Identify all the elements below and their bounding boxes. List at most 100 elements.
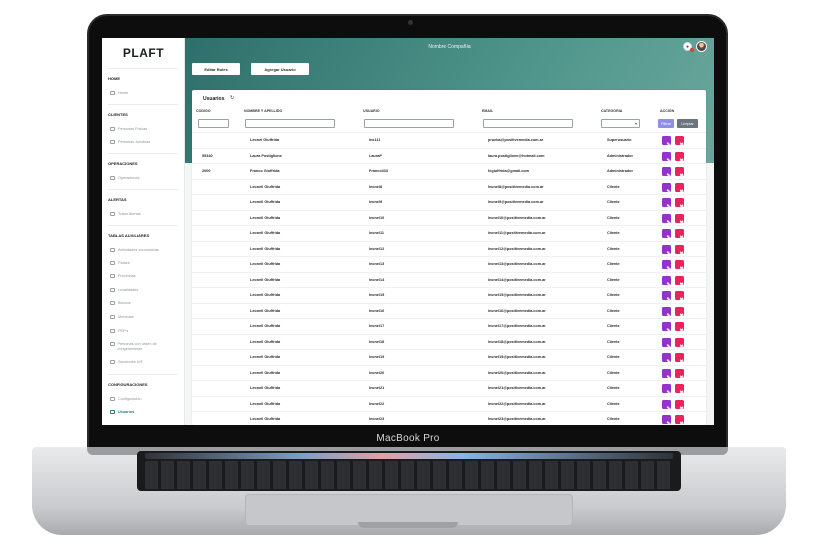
edit-roles-button[interactable]: Editar Roles: [192, 63, 240, 75]
edit-button[interactable]: ✎: [662, 275, 671, 288]
sidebar: PLAFT HOME Home CLIENTES Personas Física…: [102, 38, 185, 425]
sidebar-item-actividades[interactable]: Actividades económicas: [110, 248, 159, 252]
cell-usuario: leonel8: [369, 184, 383, 189]
sidebar-item-usuarios[interactable]: Usuarios: [110, 410, 134, 414]
sidebar-item-paises[interactable]: Países: [110, 261, 130, 265]
cell-codigo: 55340: [202, 153, 213, 158]
sidebar-item-tratar-alertas[interactable]: Tratar Alertas: [110, 212, 141, 216]
sidebar-item-home[interactable]: Home: [110, 91, 128, 95]
sidebar-item-congelamiento[interactable]: Personas con orden de congelamiento: [110, 342, 172, 352]
cell-nombre: Leonell Giuffrida: [250, 184, 281, 189]
filter-button[interactable]: Filtrar: [658, 119, 674, 128]
cell-usuario: leo111: [369, 138, 381, 142]
delete-button[interactable]: ✖: [675, 151, 684, 164]
sidebar-item-personas-juridicas[interactable]: Personas Jurídicas: [110, 140, 150, 144]
divider: [108, 374, 178, 375]
edit-button[interactable]: ✎: [662, 229, 671, 241]
company-name: Nombre Compañía: [428, 44, 471, 50]
edit-button[interactable]: ✎: [662, 337, 671, 350]
delete-button[interactable]: ✖: [675, 136, 684, 148]
sidebar-item-personas-fisicas[interactable]: Personas Físicas: [110, 127, 147, 131]
cell-nombre: Leonell Giuffrida: [250, 308, 281, 313]
delete-button[interactable]: ✖: [675, 182, 684, 195]
table-row: Leonell Giuffrida leonel13 leonel13@positi…: [192, 256, 706, 272]
cell-nombre: Leonell Giuffrida: [250, 370, 281, 375]
sidebar-item-sanciones[interactable]: Sanciones UIF: [110, 360, 143, 364]
delete-button[interactable]: ✖: [675, 415, 684, 425]
sidebar-item-provincias[interactable]: Provincias: [110, 274, 136, 278]
delete-button[interactable]: ✖: [675, 198, 684, 210]
cell-email: leonel12@positivemedia.com.ar: [488, 246, 546, 251]
cell-usuario: leonel10: [369, 215, 385, 220]
edit-button[interactable]: ✎: [662, 260, 671, 272]
sidebar-item-monedas[interactable]: Monedas: [110, 315, 134, 319]
edit-button[interactable]: ✎: [662, 384, 671, 396]
sidebar-item-peps[interactable]: PEP's: [110, 329, 128, 333]
column-header-nombre: NOMBRE Y APELLIDO: [244, 109, 283, 113]
cell-nombre: Leonell Giuffrida: [250, 417, 281, 421]
delete-button[interactable]: ✖: [675, 275, 684, 288]
delete-button[interactable]: ✖: [675, 260, 684, 272]
cell-categoria: Cliente: [607, 308, 620, 313]
delete-button[interactable]: ✖: [675, 322, 684, 334]
touch-bar: [145, 453, 673, 459]
filter-email-input[interactable]: [483, 119, 573, 128]
edit-button[interactable]: ✎: [662, 244, 671, 257]
delete-button[interactable]: ✖: [675, 306, 684, 319]
delete-button[interactable]: ✖: [675, 399, 684, 412]
sidebar-item-localidades[interactable]: Localidades: [110, 288, 138, 292]
table-row: Leonell Giuffrida leonel8 leonel8@positive…: [192, 178, 706, 195]
delete-button[interactable]: ✖: [675, 244, 684, 257]
table-row: Leonell Giuffrida leonel16 leonel16@positi…: [192, 302, 706, 319]
cell-categoria: Cliente: [607, 262, 620, 266]
add-user-button[interactable]: Agregar Usuario: [251, 63, 309, 75]
cell-email: leonel13@positivemedia.com.ar: [488, 262, 546, 266]
edit-button[interactable]: ✎: [662, 182, 671, 195]
edit-button[interactable]: ✎: [662, 151, 671, 164]
sidebar-item-operaciones[interactable]: Operaciones: [110, 176, 140, 180]
edit-button[interactable]: ✎: [662, 198, 671, 210]
filter-categoria-select[interactable]: ▾: [601, 119, 640, 128]
edit-button[interactable]: ✎: [662, 306, 671, 319]
cell-nombre: Leonell Giuffrida: [250, 401, 281, 406]
delete-button[interactable]: ✖: [675, 167, 684, 179]
delete-button[interactable]: ✖: [675, 353, 684, 365]
edit-button[interactable]: ✎: [662, 353, 671, 365]
cell-usuario: leonel22: [369, 401, 385, 406]
table-row: Leonell Giuffrida leonel19 leonel19@positi…: [192, 349, 706, 365]
filter-usuario-input[interactable]: [364, 119, 454, 128]
home-icon: [110, 91, 115, 95]
divider: [108, 68, 178, 69]
table-row: Leonell Giuffrida leonel14 leonel14@positi…: [192, 271, 706, 288]
filter-codigo-input[interactable]: [198, 119, 229, 128]
table-row: Leonell Giuffrida leonel18 leonel18@positi…: [192, 333, 706, 350]
delete-button[interactable]: ✖: [675, 213, 684, 226]
delete-button[interactable]: ✖: [675, 384, 684, 396]
delete-button[interactable]: ✖: [675, 337, 684, 350]
cell-email: leonel8@positivemedia.com.ar: [488, 184, 544, 189]
cell-nombre: Leonell Giuffrida: [250, 200, 281, 204]
sidebar-item-bancos[interactable]: Bancos: [110, 301, 131, 305]
edit-button[interactable]: ✎: [662, 291, 671, 303]
sidebar-item-configuracion[interactable]: Configuración: [110, 397, 141, 401]
edit-button[interactable]: ✎: [662, 415, 671, 425]
delete-button[interactable]: ✖: [675, 291, 684, 303]
edit-button[interactable]: ✎: [662, 399, 671, 412]
filter-nombre-input[interactable]: [245, 119, 335, 128]
gear-icon: [110, 397, 115, 401]
edit-button[interactable]: ✎: [662, 368, 671, 381]
cell-email: leonel9@positivemedia.com.ar: [488, 200, 544, 204]
edit-button[interactable]: ✎: [662, 213, 671, 226]
avatar[interactable]: [696, 41, 707, 52]
cell-nombre: Leonell Giuffrida: [250, 262, 281, 266]
edit-button[interactable]: ✎: [662, 167, 671, 179]
edit-button[interactable]: ✎: [662, 322, 671, 334]
delete-button[interactable]: ✖: [675, 229, 684, 241]
cell-categoria: Cliente: [607, 324, 620, 328]
refresh-icon[interactable]: ↻: [230, 95, 234, 101]
delete-button[interactable]: ✖: [675, 368, 684, 381]
clear-button[interactable]: Limpiar: [677, 119, 698, 128]
cell-email: leonel17@positivemedia.com.ar: [488, 324, 546, 328]
edit-button[interactable]: ✎: [662, 136, 671, 148]
cell-categoria: Superusuario: [607, 138, 632, 142]
